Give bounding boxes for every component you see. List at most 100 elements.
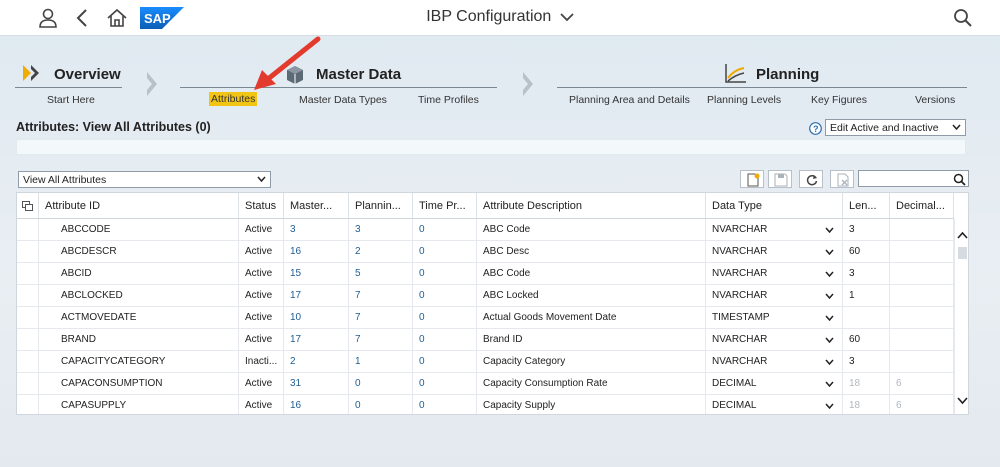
time-profile-count-link[interactable]: 0 [413,241,477,262]
select-all-icon[interactable] [22,201,33,211]
planning-area-count-link[interactable]: 7 [349,285,413,306]
data-type-select[interactable]: NVARCHAR [706,329,843,350]
row-selector[interactable] [17,373,39,394]
chevron-down-icon[interactable] [957,397,968,405]
planning-area-count-link[interactable]: 3 [349,219,413,240]
master-data-count-link[interactable]: 3 [284,219,349,240]
mode-select[interactable]: Edit Active and Inactive [825,119,966,136]
table-row[interactable]: ABCID Active 15 5 0 ABC Code NVARCHAR 3 [17,263,954,285]
length-cell[interactable]: 60 [843,329,890,350]
planning-area-count-link[interactable]: 2 [349,241,413,262]
table-search-input[interactable] [859,174,949,189]
time-profile-count-link[interactable]: 0 [413,329,477,350]
data-type-select[interactable]: NVARCHAR [706,285,843,306]
data-type-select[interactable]: DECIMAL [706,395,843,414]
row-selector[interactable] [17,395,39,414]
nav-planning-title[interactable]: Planning [756,66,819,83]
data-type-select[interactable]: TIMESTAMP [706,307,843,328]
master-data-count-link[interactable]: 17 [284,329,349,350]
delete-button[interactable] [830,170,854,188]
nav-master-data-title[interactable]: Master Data [316,66,401,83]
row-selector[interactable] [17,241,39,262]
col-description[interactable]: Attribute Description [477,193,706,218]
master-data-count-link[interactable]: 31 [284,373,349,394]
time-profile-count-link[interactable]: 0 [413,285,477,306]
planning-area-count-link[interactable]: 5 [349,263,413,284]
save-button[interactable] [768,170,792,188]
col-length[interactable]: Len... [843,193,890,218]
decimals-cell[interactable] [890,351,954,372]
nav-key-figures[interactable]: Key Figures [811,94,867,106]
data-type-select[interactable]: NVARCHAR [706,351,843,372]
table-row[interactable]: CAPACONSUMPTION Active 31 0 0 Capacity Consum… [17,373,954,395]
table-search[interactable] [858,170,969,189]
length-cell[interactable]: 3 [843,219,890,240]
planning-area-count-link[interactable]: 7 [349,329,413,350]
col-status[interactable]: Status [239,193,284,218]
row-selector[interactable] [17,307,39,328]
data-type-select[interactable]: NVARCHAR [706,263,843,284]
decimals-cell[interactable] [890,329,954,350]
table-row[interactable]: ABCLOCKED Active 17 7 0 ABC Locked NVARCHAR 1 [17,285,954,307]
view-select[interactable]: View All Attributes [18,171,271,188]
length-cell[interactable]: 60 [843,241,890,262]
nav-overview-title[interactable]: Overview [54,66,121,83]
master-data-count-link[interactable]: 10 [284,307,349,328]
create-button[interactable] [740,170,764,188]
col-decimals[interactable]: Decimal... [890,193,954,218]
time-profile-count-link[interactable]: 0 [413,373,477,394]
master-data-count-link[interactable]: 16 [284,395,349,414]
time-profile-count-link[interactable]: 0 [413,219,477,240]
master-data-count-link[interactable]: 15 [284,263,349,284]
col-time-profiles[interactable]: Time Pr... [413,193,477,218]
row-selector[interactable] [17,351,39,372]
table-row[interactable]: ABCDESCR Active 16 2 0 ABC Desc NVARCHAR 60 [17,241,954,263]
decimals-cell[interactable] [890,219,954,240]
scrollbar-thumb[interactable] [958,247,967,259]
search-icon[interactable] [953,173,966,186]
user-icon[interactable] [37,7,59,29]
nav-start-here[interactable]: Start Here [47,94,95,106]
nav-master-data-types[interactable]: Master Data Types [299,94,387,106]
row-selector[interactable] [17,329,39,350]
master-data-count-link[interactable]: 2 [284,351,349,372]
select-all-cell[interactable] [17,193,39,218]
nav-planning-levels[interactable]: Planning Levels [707,94,781,106]
planning-area-count-link[interactable]: 0 [349,373,413,394]
data-type-select[interactable]: NVARCHAR [706,219,843,240]
table-row[interactable]: CAPACITYCATEGORY Inacti... 2 1 0 Capacity Cat… [17,351,954,373]
planning-area-count-link[interactable]: 1 [349,351,413,372]
table-row[interactable]: BRAND Active 17 7 0 Brand ID NVARCHAR 60 [17,329,954,351]
row-selector[interactable] [17,263,39,284]
nav-planning-area[interactable]: Planning Area and Details [569,94,690,106]
table-row[interactable]: CAPASUPPLY Active 16 0 0 Capacity Supply DECIM… [17,395,954,414]
time-profile-count-link[interactable]: 0 [413,307,477,328]
nav-attributes[interactable]: Attributes [209,92,258,106]
decimals-cell[interactable] [890,285,954,306]
col-master-data-types[interactable]: Master... [284,193,349,218]
data-type-select[interactable]: DECIMAL [706,373,843,394]
master-data-count-link[interactable]: 16 [284,241,349,262]
length-cell[interactable]: 3 [843,351,890,372]
length-cell[interactable]: 3 [843,263,890,284]
decimals-cell[interactable] [890,263,954,284]
length-cell[interactable] [843,307,890,328]
decimals-cell[interactable] [890,241,954,262]
app-title[interactable]: IBP Configuration [426,8,551,25]
table-row[interactable]: ABCCODE Active 3 3 0 ABC Code NVARCHAR 3 [17,219,954,241]
time-profile-count-link[interactable]: 0 [413,263,477,284]
planning-area-count-link[interactable]: 7 [349,307,413,328]
vertical-scrollbar[interactable] [954,219,968,414]
planning-area-count-link[interactable]: 0 [349,395,413,414]
sap-logo[interactable]: SAP [140,7,184,29]
search-icon[interactable] [952,7,974,29]
time-profile-count-link[interactable]: 0 [413,351,477,372]
row-selector[interactable] [17,285,39,306]
col-planning-areas[interactable]: Plannin... [349,193,413,218]
length-cell[interactable]: 1 [843,285,890,306]
row-selector[interactable] [17,219,39,240]
chevron-up-icon[interactable] [957,231,968,239]
home-icon[interactable] [106,7,128,29]
back-icon[interactable] [72,7,94,29]
col-data-type[interactable]: Data Type [706,193,843,218]
